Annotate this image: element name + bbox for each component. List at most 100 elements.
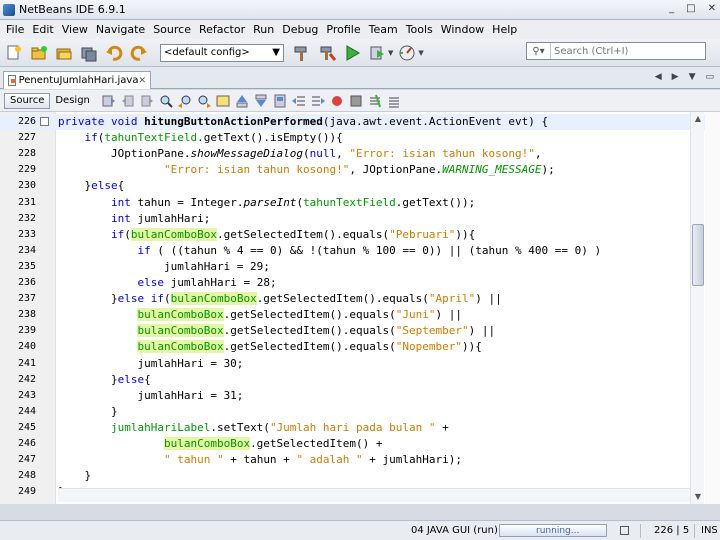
- menu-tools[interactable]: Tools: [402, 23, 437, 36]
- code-editor[interactable]: 226 private void hitungButtonActionPerfor…: [0, 112, 720, 504]
- maximize-editor-icon[interactable]: ▭: [705, 72, 714, 82]
- line-number: 233: [17, 228, 36, 240]
- close-tab-icon[interactable]: ✕: [138, 76, 146, 86]
- code-line[interactable]: 244 }: [0, 404, 720, 420]
- scroll-up-icon[interactable]: ▲: [693, 114, 703, 124]
- code-line[interactable]: 232 int jumlahHari;: [0, 211, 720, 227]
- menu-run[interactable]: Run: [249, 23, 278, 36]
- menu-profile[interactable]: Profile: [322, 23, 364, 36]
- code-text: int tahun = Integer.parseInt(tahunTextFi…: [110, 195, 476, 209]
- debug-dropdown-icon[interactable]: ▼: [388, 49, 393, 57]
- scroll-down-icon[interactable]: ▼: [693, 492, 703, 502]
- code-text: bulanComboBox.getSelectedItem().equals("…: [137, 308, 463, 322]
- run-button[interactable]: [342, 43, 362, 63]
- code-line[interactable]: 242 }else{: [0, 372, 720, 388]
- find-next-button[interactable]: [196, 93, 212, 109]
- close-window-button[interactable]: ✕: [708, 3, 716, 14]
- line-number: 235: [17, 260, 36, 272]
- menu-edit[interactable]: Edit: [28, 23, 57, 36]
- code-line[interactable]: 243 jumlahHari = 31;: [0, 388, 720, 404]
- search-box: ⚲▾: [526, 42, 706, 60]
- config-select[interactable]: <default config> ▼: [160, 43, 284, 62]
- code-line[interactable]: 240 bulanComboBox.getSelectedItem().equa…: [0, 339, 720, 355]
- code-line[interactable]: 246 bulanComboBox.getSelectedItem() +: [0, 436, 720, 452]
- code-line[interactable]: 239 bulanComboBox.getSelectedItem().equa…: [0, 323, 720, 339]
- code-line[interactable]: 236 else jumlahHari = 28;: [0, 275, 720, 291]
- comment-icon: [369, 94, 381, 107]
- line-number: 240: [17, 341, 36, 353]
- design-view-button[interactable]: Design: [50, 93, 95, 109]
- previous-bookmark-button[interactable]: [234, 93, 250, 109]
- profile-gauge-icon: [399, 45, 415, 60]
- code-line[interactable]: 247 " tahun " + tahun + " adalah " + jum…: [0, 452, 720, 468]
- code-line[interactable]: 235 jumlahHari = 29;: [0, 259, 720, 275]
- scroll-tabs-right-icon[interactable]: ▶: [672, 72, 679, 82]
- toggle-highlight-button[interactable]: [215, 93, 231, 109]
- undo-button[interactable]: [104, 43, 124, 63]
- tab-penentujumlahhari[interactable]: PenentuJumlahHari.java ✕: [3, 71, 151, 89]
- cancel-task-icon[interactable]: [620, 526, 629, 535]
- next-bookmark-button[interactable]: [253, 93, 269, 109]
- code-line[interactable]: 234 if ( ((tahun % 4 == 0) && !(tahun % …: [0, 243, 720, 259]
- fold-toggle-icon[interactable]: [40, 117, 49, 126]
- uncomment-button[interactable]: [386, 93, 402, 109]
- code-line[interactable]: 233 if(bulanComboBox.getSelectedItem().e…: [0, 227, 720, 243]
- tab-list-icon[interactable]: ▼: [689, 72, 696, 82]
- find-previous-button[interactable]: [177, 93, 193, 109]
- menu-view[interactable]: View: [58, 23, 92, 36]
- back-button[interactable]: [120, 93, 136, 109]
- menu-source[interactable]: Source: [149, 23, 195, 36]
- start-macro-button[interactable]: [329, 93, 345, 109]
- code-line[interactable]: 230 }else{: [0, 178, 720, 194]
- line-number: 229: [17, 164, 36, 176]
- source-view-button[interactable]: Source: [4, 92, 51, 109]
- code-line[interactable]: 248 }: [0, 468, 720, 484]
- minimize-button[interactable]: _: [669, 3, 674, 14]
- scrollbar-thumb[interactable]: [692, 224, 704, 286]
- code-line[interactable]: 238 bulanComboBox.getSelectedItem().equa…: [0, 307, 720, 323]
- menu-refactor[interactable]: Refactor: [195, 23, 249, 36]
- editor-tab-strip: PenentuJumlahHari.java ✕ ◀ ▶ ▼ ▭: [0, 67, 720, 89]
- menu-window[interactable]: Window: [437, 23, 488, 36]
- code-text: bulanComboBox.getSelectedItem().equals("…: [137, 340, 482, 354]
- build-button[interactable]: [292, 43, 312, 63]
- code-line[interactable]: 228 JOptionPane.showMessageDialog(null, …: [0, 146, 720, 162]
- menu-team[interactable]: Team: [365, 23, 402, 36]
- code-line[interactable]: 245 jumlahHariLabel.setText("Jumlah hari…: [0, 420, 720, 436]
- debug-button[interactable]: [367, 43, 387, 63]
- code-line[interactable]: 227 if(tahunTextField.getText().isEmpty(…: [0, 130, 720, 146]
- vertical-scrollbar[interactable]: ▲ ▼: [690, 112, 704, 504]
- menu-file[interactable]: File: [2, 23, 28, 36]
- menu-debug[interactable]: Debug: [278, 23, 322, 36]
- code-line[interactable]: 229 "Error: isian tahun kosong!", JOptio…: [0, 162, 720, 178]
- shift-right-button[interactable]: [310, 93, 326, 109]
- redo-button[interactable]: [129, 43, 149, 63]
- code-line[interactable]: 241 jumlahHari = 30;: [0, 356, 720, 372]
- new-file-button[interactable]: [4, 43, 24, 63]
- horizontal-scrollbar[interactable]: [58, 488, 690, 502]
- code-line[interactable]: 226 private void hitungButtonActionPerfor…: [0, 114, 720, 130]
- progress-bar[interactable]: running...: [499, 524, 607, 537]
- scroll-tabs-left-icon[interactable]: ◀: [655, 72, 662, 82]
- profile-dropdown-icon[interactable]: ▼: [418, 49, 423, 57]
- maximize-button[interactable]: □: [686, 3, 695, 14]
- code-line[interactable]: 237 }else if(bulanComboBox.getSelectedIt…: [0, 291, 720, 307]
- last-edit-button[interactable]: [101, 93, 117, 109]
- search-icon[interactable]: ⚲▾: [527, 43, 551, 59]
- open-project-button[interactable]: [54, 43, 74, 63]
- code-line[interactable]: 231 int tahun = Integer.parseInt(tahunTe…: [0, 195, 720, 211]
- clean-build-button[interactable]: [317, 43, 337, 63]
- profile-button[interactable]: [397, 43, 417, 63]
- save-all-button[interactable]: [79, 43, 99, 63]
- search-input[interactable]: [551, 45, 701, 57]
- stop-macro-button[interactable]: [348, 93, 364, 109]
- config-select-value: <default config>: [164, 47, 250, 58]
- find-selection-button[interactable]: [158, 93, 174, 109]
- menu-navigate[interactable]: Navigate: [92, 23, 149, 36]
- comment-button[interactable]: [367, 93, 383, 109]
- new-project-button[interactable]: [29, 43, 49, 63]
- toggle-bookmark-button[interactable]: [272, 93, 288, 109]
- forward-button[interactable]: [139, 93, 155, 109]
- menu-help[interactable]: Help: [488, 23, 521, 36]
- shift-left-button[interactable]: [291, 93, 307, 109]
